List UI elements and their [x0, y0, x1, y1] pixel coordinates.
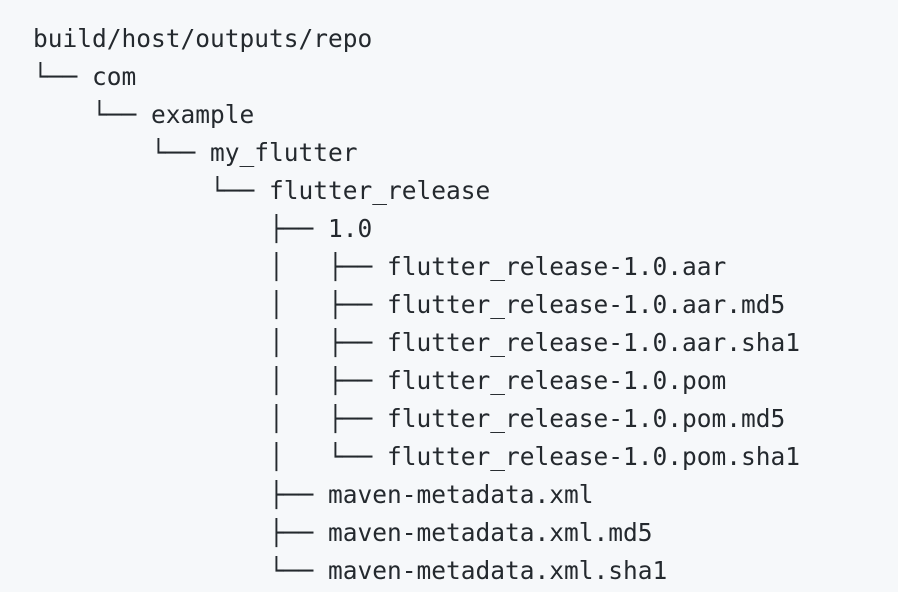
tree-folder-name: com	[92, 62, 137, 91]
tree-file-name: flutter_release-1.0.aar.md5	[387, 290, 786, 319]
tree-line: └── maven-metadata.xml.sha1	[33, 552, 898, 590]
tree-file-name: maven-metadata.xml	[328, 480, 594, 509]
tree-line: └── example	[33, 96, 898, 134]
tree-branch-prefix: ├──	[33, 214, 329, 243]
tree-line: └── flutter_release	[33, 172, 898, 210]
tree-file-name: maven-metadata.xml.md5	[328, 518, 653, 547]
tree-branch-prefix: │ ├──	[33, 404, 388, 433]
tree-line: │ ├── flutter_release-1.0.pom	[33, 362, 898, 400]
tree-line: │ └── flutter_release-1.0.pom.sha1	[33, 438, 898, 476]
tree-file-name: flutter_release-1.0.pom.md5	[387, 404, 786, 433]
tree-branch-prefix: │ ├──	[33, 290, 388, 319]
tree-branch-prefix: └──	[33, 176, 270, 205]
tree-line: ├── maven-metadata.xml.md5	[33, 514, 898, 552]
tree-folder-name: example	[151, 100, 255, 129]
tree-file-name: flutter_release-1.0.pom	[387, 366, 727, 395]
tree-line: │ ├── flutter_release-1.0.aar	[33, 248, 898, 286]
tree-branch-prefix: │ ├──	[33, 252, 388, 281]
tree-line: ├── 1.0	[33, 210, 898, 248]
tree-line: │ ├── flutter_release-1.0.aar.md5	[33, 286, 898, 324]
tree-root-path: build/host/outputs/repo	[33, 24, 373, 53]
tree-branch-prefix: │ ├──	[33, 366, 388, 395]
tree-branch-prefix: ├──	[33, 480, 329, 509]
tree-line: │ ├── flutter_release-1.0.pom.md5	[33, 400, 898, 438]
tree-file-name: maven-metadata.xml.sha1	[328, 556, 668, 585]
tree-branch-prefix: └──	[33, 62, 93, 91]
tree-branch-prefix: └──	[33, 138, 211, 167]
directory-tree-code-block: build/host/outputs/repo └── com └── exam…	[0, 0, 898, 592]
tree-line: │ ├── flutter_release-1.0.aar.sha1	[33, 324, 898, 362]
tree-root-line: build/host/outputs/repo	[33, 20, 898, 58]
tree-line: └── my_flutter	[33, 134, 898, 172]
tree-branch-prefix: ├──	[33, 518, 329, 547]
tree-file-name: flutter_release-1.0.pom.sha1	[387, 442, 801, 471]
tree-file-name: flutter_release-1.0.aar	[387, 252, 727, 281]
tree-file-name: flutter_release-1.0.aar.sha1	[387, 328, 801, 357]
tree-folder-name: 1.0	[328, 214, 373, 243]
tree-branch-prefix: │ ├──	[33, 328, 388, 357]
tree-branch-prefix: │ └──	[33, 442, 388, 471]
tree-line: └── com	[33, 58, 898, 96]
tree-folder-name: flutter_release	[269, 176, 491, 205]
tree-branch-prefix: └──	[33, 556, 329, 585]
tree-line: ├── maven-metadata.xml	[33, 476, 898, 514]
tree-folder-name: my_flutter	[210, 138, 358, 167]
tree-branch-prefix: └──	[33, 100, 152, 129]
